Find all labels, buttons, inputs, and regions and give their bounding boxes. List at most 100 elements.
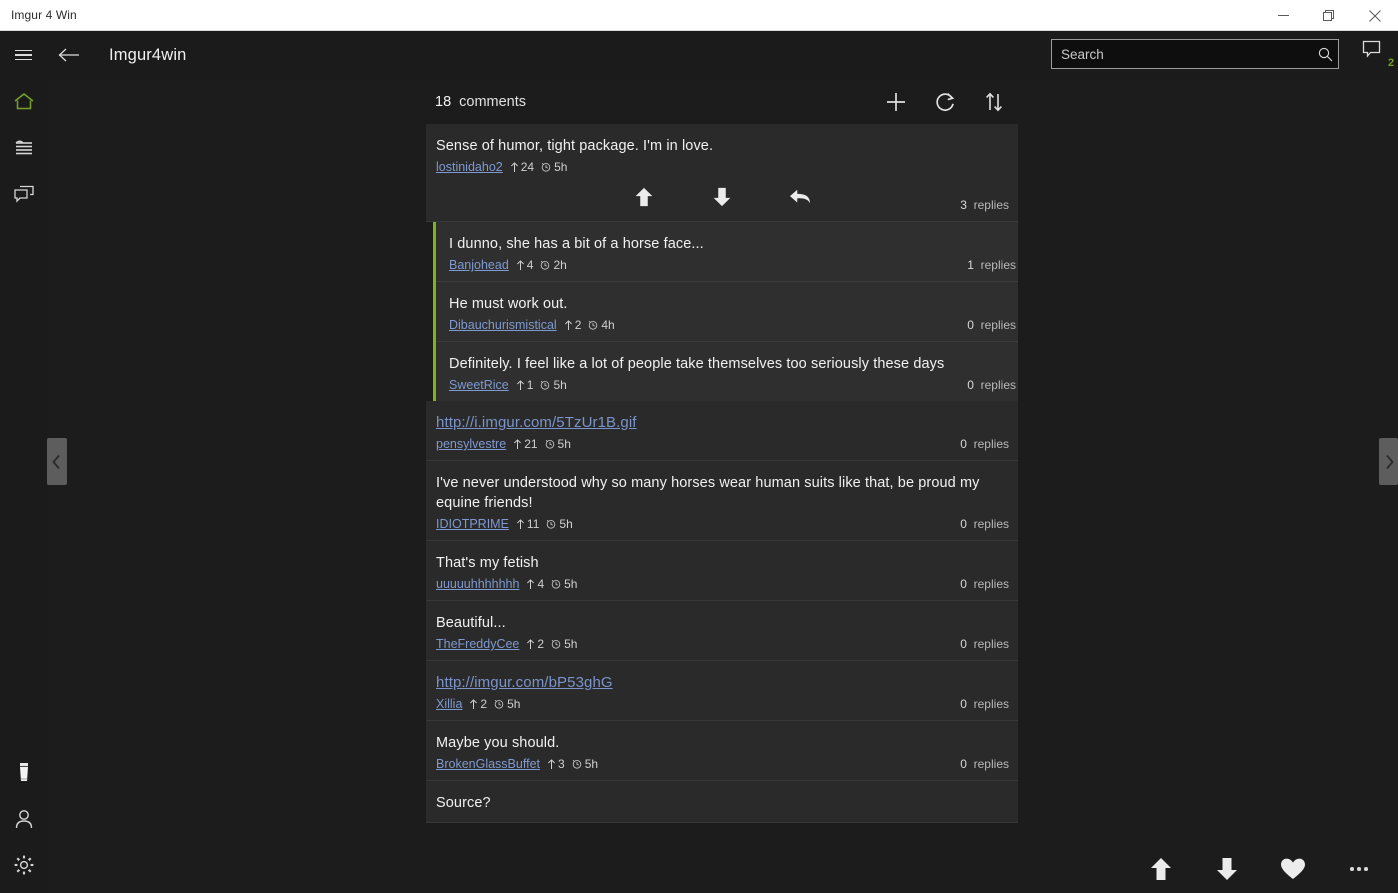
hamburger-menu-icon[interactable] <box>0 31 47 79</box>
comment-score: 21 <box>513 437 538 451</box>
close-icon[interactable] <box>1352 0 1398 31</box>
comment-text: Maybe you should. <box>436 735 560 751</box>
comments-header: 18 comments <box>426 79 1018 124</box>
comment-replies-count[interactable]: 0 replies <box>967 378 1016 392</box>
score-arrow-icon <box>527 638 535 649</box>
more-options-icon[interactable] <box>1326 845 1392 893</box>
comment-item[interactable]: I've never understood why so many horses… <box>426 461 1018 541</box>
score-arrow-icon <box>516 518 524 529</box>
comment-author[interactable]: pensylvestre <box>436 437 506 451</box>
reply-item[interactable]: Definitely. I feel like a lot of people … <box>436 342 1018 401</box>
clock-icon <box>551 640 561 649</box>
comment-author[interactable]: Banjohead <box>449 258 509 272</box>
comment-replies-count[interactable]: 0 replies <box>960 437 1009 451</box>
comment-timestamp: 5h <box>541 160 567 174</box>
comment-score: 3 <box>547 757 565 771</box>
sidebar-item-comments[interactable] <box>0 171 47 217</box>
comment-score: 1 <box>516 378 533 392</box>
comment-author[interactable]: IDIOTPRIME <box>436 517 509 531</box>
reply-item[interactable]: He must work out. Dibauchurismistical 2 4h 0… <box>436 282 1018 342</box>
comment-timestamp: 5h <box>540 378 567 392</box>
sidebar-item-home[interactable] <box>0 79 47 125</box>
score-arrow-icon <box>510 161 518 172</box>
window-title: Imgur 4 Win <box>11 8 77 22</box>
comment-replies-count[interactable]: 3 replies <box>960 198 1009 212</box>
app-window: Imgur 4 Win Imgur4win Search 2 18 commen… <box>0 0 1398 893</box>
comment-text: That's my fetish <box>436 555 539 571</box>
bottom-toolbar <box>47 845 1398 893</box>
clock-icon <box>541 261 550 270</box>
comment-author[interactable]: SweetRice <box>449 378 509 392</box>
back-arrow-icon[interactable] <box>47 31 91 79</box>
comment-author[interactable]: Xillia <box>436 697 462 711</box>
reply-item[interactable]: I dunno, she has a bit of a horse face..… <box>436 222 1018 282</box>
clock-icon <box>547 520 556 529</box>
upvote-icon[interactable] <box>1128 845 1194 893</box>
comment-score: 2 <box>564 318 581 332</box>
comment-meta: lostinidaho2 24 5h <box>436 160 1008 174</box>
comment-meta: IDIOTPRIME 11 5h <box>436 517 1008 531</box>
sidebar-item-feed[interactable] <box>0 125 47 171</box>
window-controls <box>1260 0 1398 31</box>
sidebar-item-account[interactable] <box>0 796 47 842</box>
minimize-icon[interactable] <box>1260 0 1306 31</box>
score-arrow-icon <box>548 758 555 769</box>
comment-replies-count[interactable]: 0 replies <box>960 697 1009 711</box>
comment-item[interactable]: http://i.imgur.com/5TzUr1B.gif pensylvest… <box>426 401 1018 461</box>
comment-author[interactable]: lostinidaho2 <box>436 160 503 174</box>
sidebar-item-settings[interactable] <box>0 842 47 888</box>
comment-meta: TheFreddyCee 2 5h <box>436 637 1008 651</box>
score-arrow-icon <box>564 319 572 330</box>
comment-replies-count[interactable]: 0 replies <box>960 757 1009 771</box>
comment-meta: BrokenGlassBuffet 3 5h <box>436 757 1008 771</box>
comment-item[interactable]: Beautiful... TheFreddyCee 2 5h 0 replies <box>426 601 1018 661</box>
comment-score: 4 <box>516 258 533 272</box>
comment-author[interactable]: TheFreddyCee <box>436 637 519 651</box>
comments-list[interactable]: Sense of humor, tight package. I'm in lo… <box>426 124 1018 893</box>
next-page-button[interactable] <box>1379 438 1398 485</box>
comment-timestamp: 2h <box>540 258 567 272</box>
comment-meta: Dibauchurismistical 2 4h <box>449 318 1015 332</box>
clock-icon <box>589 321 598 330</box>
comment-upvote-icon[interactable] <box>627 184 661 210</box>
comment-reply-icon[interactable] <box>783 184 817 210</box>
comment-item[interactable]: Source? <box>426 781 1018 823</box>
comment-item[interactable]: http://imgur.com/bP53ghG Xillia 2 5h 0 repli… <box>426 661 1018 721</box>
comment-score: 2 <box>526 637 544 651</box>
comment-text[interactable]: http://i.imgur.com/5TzUr1B.gif <box>436 413 1008 433</box>
previous-page-button[interactable] <box>47 438 67 485</box>
comment-meta: pensylvestre 21 5h <box>436 437 1008 451</box>
favorite-heart-icon[interactable] <box>1260 845 1326 893</box>
downvote-icon[interactable] <box>1194 845 1260 893</box>
add-comment-icon[interactable] <box>871 79 920 124</box>
comment-downvote-icon[interactable] <box>705 184 739 210</box>
score-arrow-icon <box>516 259 524 270</box>
comment-replies-count[interactable]: 0 replies <box>967 318 1016 332</box>
comment-replies-count[interactable]: 1 replies <box>967 258 1016 272</box>
comment-meta: SweetRice 1 5h <box>449 378 1015 392</box>
comment-replies-count[interactable]: 0 replies <box>960 577 1009 591</box>
comment-item[interactable]: Maybe you should. BrokenGlassBuffet 3 5h 0 r… <box>426 721 1018 781</box>
search-input[interactable] <box>1052 46 1312 62</box>
comment-text[interactable]: http://imgur.com/bP53ghG <box>436 673 1008 693</box>
comment-text: Beautiful... <box>436 615 506 631</box>
comment-timestamp: 5h <box>572 757 598 771</box>
search-icon[interactable] <box>1312 47 1338 62</box>
search-box[interactable] <box>1051 39 1339 69</box>
restore-icon[interactable] <box>1306 0 1352 31</box>
bottom-toolbar-actions <box>1128 845 1392 893</box>
comment-author[interactable]: BrokenGlassBuffet <box>436 757 540 771</box>
comment-author[interactable]: uuuuuhhhhhhh <box>436 577 519 591</box>
sidebar-item-donate[interactable] <box>0 750 47 796</box>
comment-timestamp: 5h <box>546 517 573 531</box>
comment-replies-count[interactable]: 0 replies <box>960 517 1009 531</box>
clock-icon <box>541 163 551 172</box>
comment-item[interactable]: Sense of humor, tight package. I'm in lo… <box>426 124 1018 222</box>
comment-text: Source? <box>436 795 491 811</box>
comment-text: I dunno, she has a bit of a horse face..… <box>449 236 704 252</box>
sort-icon[interactable] <box>969 79 1018 124</box>
comment-author[interactable]: Dibauchurismistical <box>449 318 557 332</box>
refresh-icon[interactable] <box>920 79 969 124</box>
comment-replies-count[interactable]: 0 replies <box>960 637 1009 651</box>
comment-item[interactable]: That's my fetish uuuuuhhhhhhh 4 5h 0 replies <box>426 541 1018 601</box>
